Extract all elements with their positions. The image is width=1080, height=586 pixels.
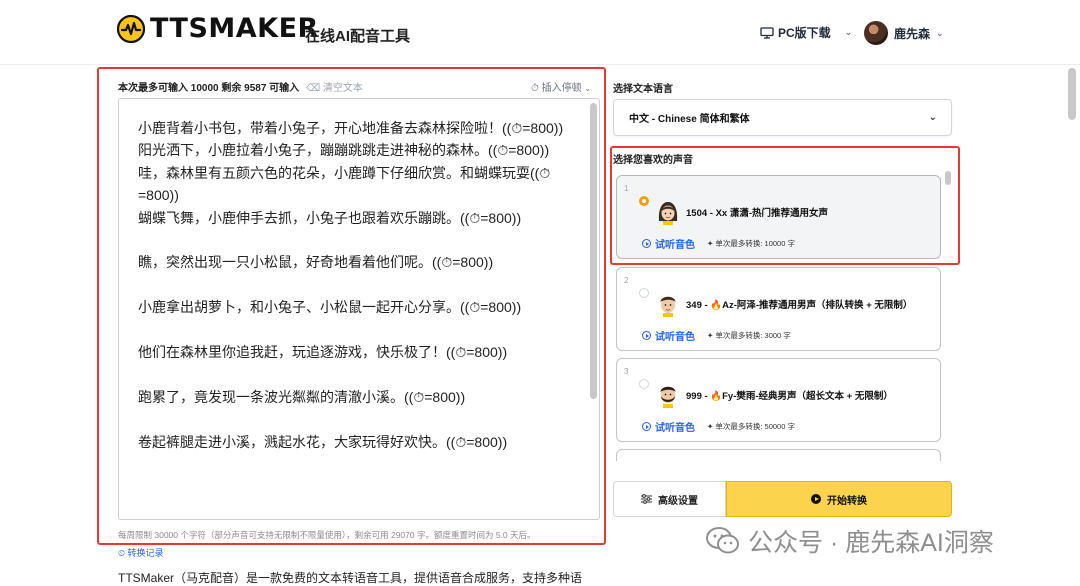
chevron-down-icon: ⌄ xyxy=(928,112,937,123)
language-select[interactable]: 中文 - Chinese 简体和繁体 ⌄ xyxy=(613,99,952,136)
voice-limit-text: 单次最多转换: 3000 字 xyxy=(715,331,791,340)
clear-text-button[interactable]: ⌫ 清空文本 xyxy=(306,83,363,94)
male-avatar-icon xyxy=(660,296,676,317)
slogan: 在线AI配音工具 xyxy=(305,28,411,45)
chevron-down-icon: ⌄ xyxy=(936,27,944,38)
history-link[interactable]: ⏲ 转换记录 xyxy=(118,546,164,559)
pc-download-label: PC版下载 xyxy=(778,26,831,40)
voice-name: 999 - 🔥Fy-樊雨-经典男声（超长文本 + 无限制） xyxy=(686,391,893,402)
avatar xyxy=(864,21,888,45)
page-scrollbar[interactable] xyxy=(1068,68,1076,120)
sliders-icon xyxy=(641,494,652,504)
start-convert-button[interactable]: 开始转换 xyxy=(726,481,952,517)
text-input-area[interactable]: 小鹿背着小书包，带着小兔子，开心地准备去森林探险啦！((⏱=800)) 阳光洒下… xyxy=(118,98,600,520)
advanced-settings-label: 高级设置 xyxy=(658,495,698,507)
advanced-settings-button[interactable]: 高级设置 xyxy=(613,481,726,517)
logo-icon xyxy=(117,15,145,43)
user-menu[interactable]: 鹿先森 ⌄ xyxy=(864,21,944,45)
voice-index: 3 xyxy=(624,367,629,376)
listen-label: 试听音色 xyxy=(655,423,695,434)
clock-icon: ⏲ xyxy=(118,548,126,558)
chevron-down-icon: ⌄ xyxy=(844,27,853,37)
wechat-icon xyxy=(706,527,739,554)
watermark: 公众号 · 鹿先森AI洞察 xyxy=(706,523,994,559)
play-circle-icon xyxy=(811,494,821,504)
language-label: 选择文本语言 xyxy=(613,84,673,95)
pc-download-menu[interactable]: PC版下载 ⌄ xyxy=(760,24,852,41)
history-label: 转换记录 xyxy=(127,548,164,558)
chevron-down-icon: ⌄ xyxy=(584,84,592,93)
listen-button[interactable]: 试听音色 xyxy=(642,328,695,343)
clear-text-label: 清空文本 xyxy=(322,83,363,94)
insert-pause-label: 插入停顿 xyxy=(541,83,582,94)
quota-info: 每周限制 30000 个字符（部分声音可支持无限制不限量使用），剩余可用 290… xyxy=(118,530,536,540)
voice-radio[interactable] xyxy=(639,379,649,389)
user-name: 鹿先森 xyxy=(894,26,931,41)
voice-card-999[interactable]: 3 999 - 🔥Fy-樊雨-经典男声（超长文本 + 无限制） 试听音色 ✦ 单… xyxy=(616,358,941,442)
logo[interactable]: TTSMAKER xyxy=(117,14,319,44)
voice-limit: ✦ 单次最多转换: 3000 字 xyxy=(707,330,791,341)
textarea-scrollbar[interactable] xyxy=(590,103,597,399)
play-icon xyxy=(642,331,651,340)
input-limit-info: 本次最多可输入 10000 剩余 9587 可输入 ⌫ 清空文本 xyxy=(118,79,363,94)
voice-card-349[interactable]: 2 349 - 🔥Az-阿泽-推荐通用男声（排队转换 + 无限制） 试听音色 ✦… xyxy=(616,267,941,351)
voice-limit-text: 单次最多转换: 50000 字 xyxy=(715,422,795,431)
eraser-icon: ⌫ xyxy=(305,83,321,94)
insert-pause-button[interactable]: ⏱ 插入停顿 ⌄ xyxy=(531,79,591,94)
listen-label: 试听音色 xyxy=(655,332,695,343)
bearded-avatar-icon xyxy=(660,386,676,408)
voice-highlight-box xyxy=(610,146,960,265)
voice-radio[interactable] xyxy=(639,288,649,298)
monitor-icon xyxy=(760,26,774,39)
voice-index: 2 xyxy=(624,276,629,285)
timer-icon: ⏱ xyxy=(531,83,539,94)
listen-button[interactable]: 试听音色 xyxy=(642,419,695,434)
watermark-text: 公众号 · 鹿先森AI洞察 xyxy=(748,529,994,557)
logo-text: TTSMAKER xyxy=(150,13,319,44)
input-limit-text: 本次最多可输入 10000 剩余 9587 可输入 xyxy=(118,83,300,94)
start-convert-label: 开始转换 xyxy=(827,495,867,507)
text-content[interactable]: 小鹿背着小书包，带着小兔子，开心地准备去森林探险啦！((⏱=800)) 阳光洒下… xyxy=(138,117,578,453)
voice-name: 349 - 🔥Az-阿泽-推荐通用男声（排队转换 + 无限制） xyxy=(686,300,913,311)
voice-limit: ✦ 单次最多转换: 50000 字 xyxy=(707,421,795,432)
intro-text: TTSMaker（马克配音）是一款免费的文本转语音工具，提供语音合成服务，支持多… xyxy=(118,571,583,585)
top-header: TTSMAKER 在线AI配音工具 PC版下载 ⌄ 鹿先森 ⌄ xyxy=(0,0,1080,65)
voice-card-next[interactable] xyxy=(616,449,941,461)
play-icon xyxy=(642,422,651,431)
language-selected-value: 中文 - Chinese 简体和繁体 xyxy=(629,114,750,125)
